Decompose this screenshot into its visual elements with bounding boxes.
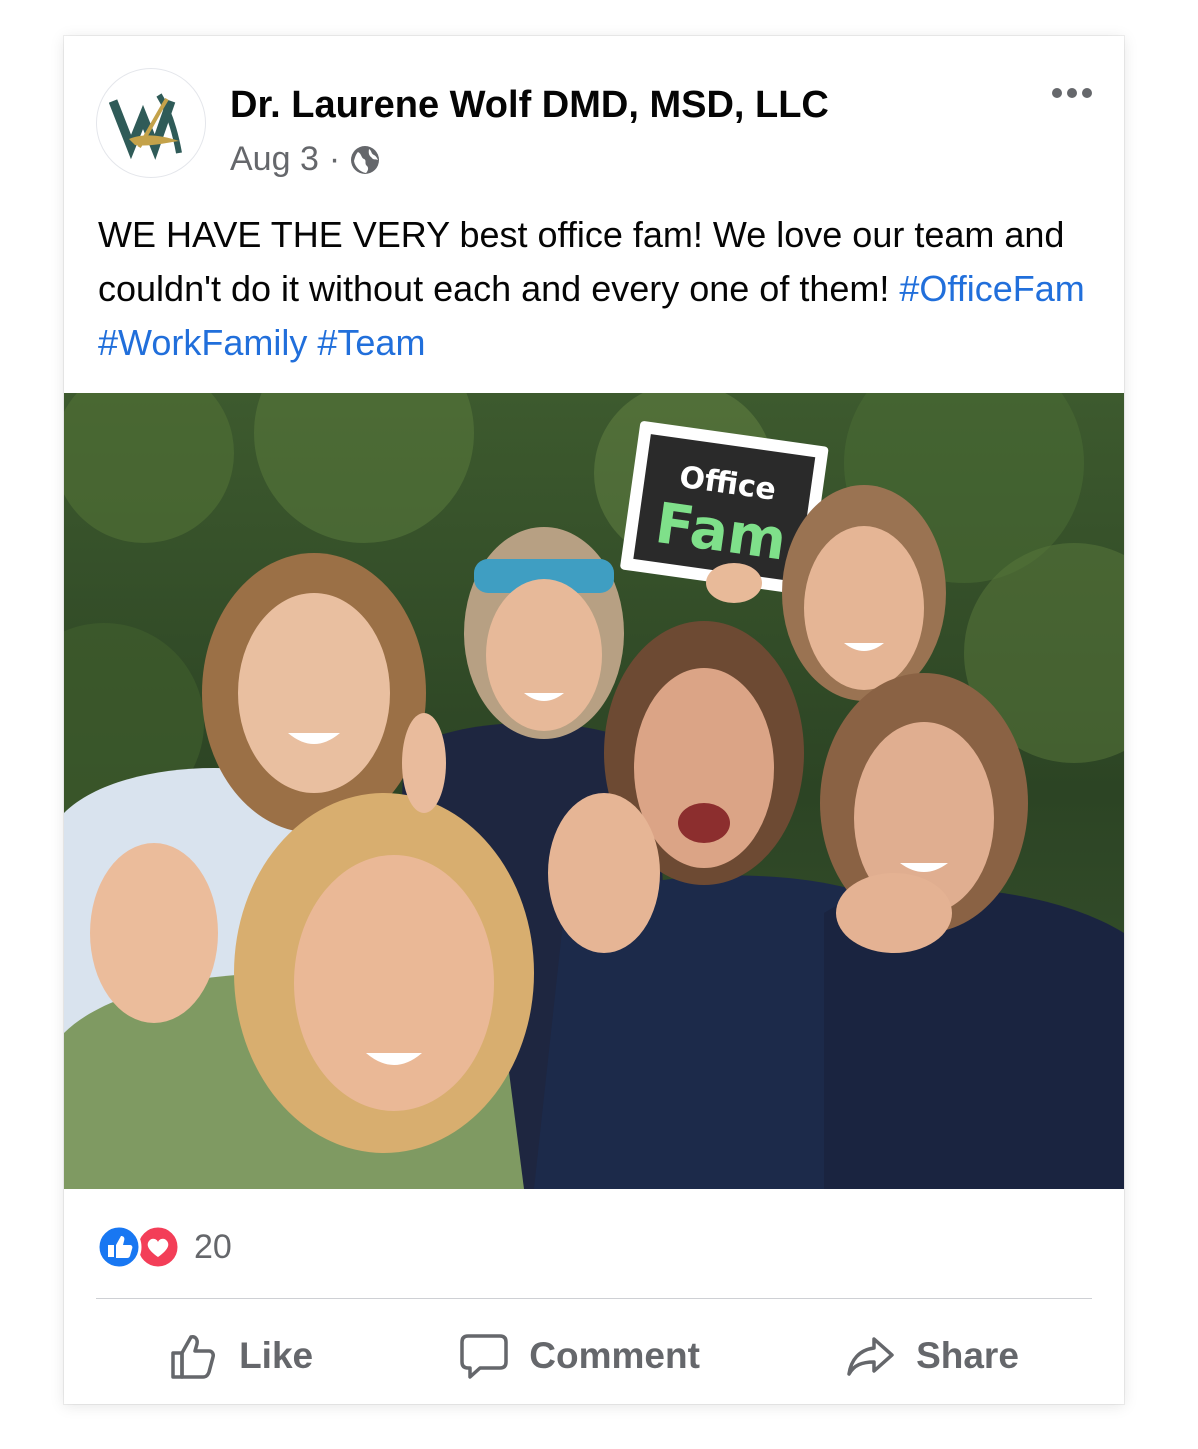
meta-separator: · <box>328 140 341 178</box>
share-button[interactable]: Share <box>846 1331 1019 1381</box>
hashtag-team[interactable]: #Team <box>317 322 425 363</box>
hashtag-officefam[interactable]: #OfficeFam <box>899 268 1084 309</box>
hashtag-workfamily[interactable]: #WorkFamily <box>98 322 307 363</box>
post-photo[interactable]: Office Fam <box>64 393 1124 1189</box>
thumbs-up-icon <box>171 1335 216 1379</box>
share-label: Share <box>916 1335 1019 1376</box>
actions-divider <box>96 1298 1092 1299</box>
like-label: Like <box>239 1335 314 1376</box>
more-dot <box>1067 88 1077 98</box>
comment-bubble-icon <box>460 1334 509 1379</box>
comment-label: Comment <box>529 1335 700 1376</box>
globe-icon <box>351 145 380 174</box>
page-avatar[interactable] <box>96 68 206 178</box>
more-dot <box>1052 88 1062 98</box>
team-photo-illustration: Office Fam <box>64 393 1124 1189</box>
post-card: Dr. Laurene Wolf DMD, MSD, LLC Aug 3 · W… <box>64 36 1124 1404</box>
more-dot <box>1082 88 1092 98</box>
more-options-icon[interactable] <box>1052 88 1092 98</box>
like-button[interactable]: Like <box>169 1331 313 1381</box>
post-meta: Aug 3 · <box>230 140 380 179</box>
post-date[interactable]: Aug 3 <box>230 140 319 179</box>
page-name[interactable]: Dr. Laurene Wolf DMD, MSD, LLC <box>230 84 829 127</box>
share-arrow-icon <box>847 1337 894 1376</box>
reaction-summary[interactable]: 20 <box>96 1224 232 1270</box>
post-text: WE HAVE THE VERY best office fam! We lov… <box>98 208 1088 370</box>
post-actions: Like Comment Share <box>96 1320 1092 1392</box>
comment-button[interactable]: Comment <box>459 1331 700 1381</box>
wolf-monogram-logo <box>109 93 182 160</box>
reaction-count: 20 <box>194 1227 232 1266</box>
reaction-icons <box>96 1224 180 1270</box>
